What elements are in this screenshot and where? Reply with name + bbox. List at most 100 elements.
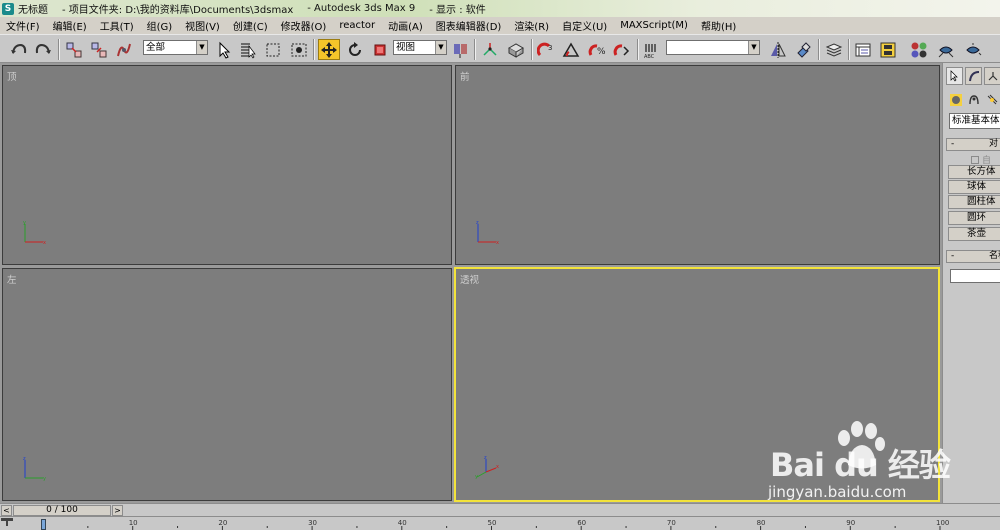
object-type-rollout-header[interactable]: - 对 [946,138,1000,151]
angle-snap-toggle-icon[interactable] [560,39,582,60]
menu-animation[interactable]: 动画(A) [388,18,423,33]
ruler-tick-label: 30 [308,519,317,527]
window-crossing-icon[interactable] [288,39,310,60]
viewport-label-front[interactable]: 前 [460,69,470,83]
menu-maxscript[interactable]: MAXScript(M) [620,20,688,31]
viewport-left[interactable]: 左 z y [2,268,452,501]
menu-group[interactable]: 组(G) [147,18,173,33]
select-and-manipulate-icon[interactable] [479,39,501,60]
viewport-front[interactable]: 前 z x [455,65,940,265]
layer-manager-icon[interactable] [823,39,845,60]
select-and-scale-icon[interactable] [369,39,391,60]
time-slider-thumb[interactable]: 0 / 100 [13,505,111,516]
svg-text:x: x [496,240,499,246]
bind-to-space-warp-icon[interactable] [113,39,135,60]
lights-category-icon[interactable] [985,93,999,107]
hierarchy-tab-icon[interactable] [984,67,1000,85]
svg-text:x: x [43,240,46,246]
spinner-snap-toggle-icon[interactable] [611,39,633,60]
reference-coordinate-dropdown[interactable]: 视图 ▼ [393,40,447,55]
svg-text:y: y [475,474,478,480]
ruler-tick-label: 100 [936,519,949,527]
align-icon[interactable] [792,39,814,60]
edit-named-selection-icon[interactable]: ABC [641,39,663,60]
track-bar[interactable]: 10 20 30 40 50 60 70 80 90 100 [0,516,1000,530]
viewport-label-perspective[interactable]: 透视 [460,272,479,286]
select-and-link-icon[interactable] [63,39,85,60]
world-axis-tripod-icon: y x [23,220,46,246]
menu-customize[interactable]: 自定义(U) [562,18,607,33]
ruler-tick-label: 90 [846,519,855,527]
snaps-toggle-icon[interactable]: 3 [535,39,557,60]
mirror-icon[interactable] [767,39,789,60]
menu-tools[interactable]: 工具(T) [100,18,134,33]
current-time-marker [41,519,46,530]
project-folder-path: - 项目文件夹: D:\我的资料库\Documents\3dsmax [62,5,294,16]
menu-file[interactable]: 文件(F) [6,18,40,33]
svg-text:ABC: ABC [644,54,655,59]
object-type-category-select[interactable]: 标准基本体 [949,113,1000,129]
reference-coordinate-value: 视图 [396,42,416,53]
select-by-name-icon[interactable] [237,39,259,60]
curve-editor-icon[interactable] [852,39,874,60]
create-tab-icon[interactable] [946,67,963,85]
select-and-move-icon[interactable] [318,39,340,60]
rectangular-selection-icon[interactable] [262,39,284,60]
menu-graph-editors[interactable]: 图表编辑器(D) [436,18,502,33]
time-slider[interactable]: < 0 / 100 > [0,503,1000,516]
create-category-buttons [949,93,999,107]
frame-counter: 0 / 100 [46,505,78,515]
menu-rendering[interactable]: 渲染(R) [514,18,549,33]
undo-icon[interactable] [8,39,30,60]
viewport-label-left[interactable]: 左 [7,272,17,286]
previous-frame-button[interactable]: < [1,505,12,516]
object-type-rollout-title: 对 [989,139,999,149]
ruler-tick-label: 60 [577,519,586,527]
menu-modifiers[interactable]: 修改器(O) [281,18,327,33]
name-and-color-rollout-header[interactable]: - 名称 [946,250,1000,263]
name-rollout-title: 名称 [989,251,1000,261]
world-axis-tripod-icon: z y [23,456,46,482]
menu-help[interactable]: 帮助(H) [701,18,736,33]
unlink-selection-icon[interactable] [88,39,110,60]
shapes-category-icon[interactable] [967,93,981,107]
next-frame-button[interactable]: > [112,505,123,516]
menu-views[interactable]: 视图(V) [185,18,220,33]
redo-icon[interactable] [32,39,54,60]
ruler-tick-label: 80 [757,519,766,527]
ruler-tick-label: 50 [488,519,497,527]
object-name-input[interactable] [950,269,1000,283]
keyboard-shortcut-override-icon[interactable] [505,39,527,60]
cylinder-button[interactable]: 圆柱体 [948,195,1000,209]
object-type-category-value: 标准基本体 [952,115,1000,126]
title-bar: S 无标题 - 项目文件夹: D:\我的资料库\Documents\3dsmax… [0,0,1000,17]
use-pivot-center-icon[interactable] [449,39,471,60]
svg-text:%: % [597,47,606,57]
track-bar-ruler: 10 20 30 40 50 60 70 80 90 100 [42,519,949,530]
geometry-category-icon[interactable] [949,93,963,107]
ruler-tick-label: 40 [398,519,407,527]
viewport-label-top[interactable]: 顶 [7,69,17,83]
box-button[interactable]: 长方体 [948,165,1000,179]
percent-snap-toggle-icon[interactable]: % [586,39,608,60]
world-axis-tripod-icon: z x [476,220,499,246]
menu-edit[interactable]: 编辑(E) [53,18,87,33]
menu-create[interactable]: 创建(C) [233,18,268,33]
material-editor-icon[interactable] [908,39,930,60]
modify-tab-icon[interactable] [965,67,982,85]
viewport-top[interactable]: 顶 y x [2,65,452,265]
selection-filter-dropdown[interactable]: 全部 ▼ [143,40,208,55]
render-scene-icon[interactable] [935,39,957,60]
teapot-button[interactable]: 茶壶 [948,227,1000,241]
sphere-button[interactable]: 球体 [948,180,1000,194]
viewport-perspective[interactable]: 透视 z x y [454,267,940,502]
select-object-icon[interactable] [213,39,235,60]
command-panel: 标准基本体 - 对 自 长方体 球体 圆柱体 圆环 茶壶 - 名称 [942,63,1000,503]
menu-reactor[interactable]: reactor [339,20,375,31]
schematic-view-icon[interactable] [877,39,899,60]
select-and-rotate-icon[interactable] [344,39,366,60]
torus-button[interactable]: 圆环 [948,211,1000,225]
world-axis-tripod-icon: z x y [475,456,499,480]
quick-render-icon[interactable] [962,39,984,60]
named-selection-dropdown[interactable]: ▼ [666,40,760,55]
